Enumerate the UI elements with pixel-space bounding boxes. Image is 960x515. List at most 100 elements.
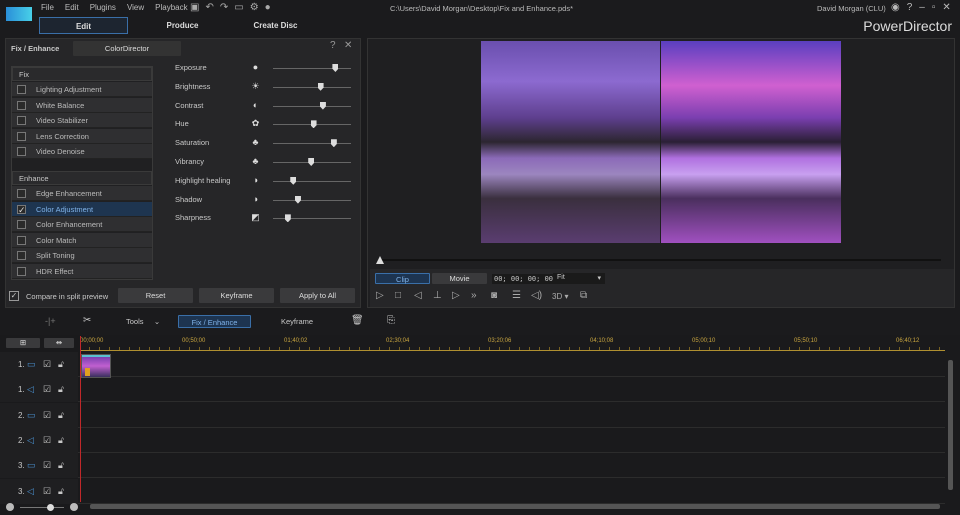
slider-thumb[interactable] — [332, 64, 339, 72]
notification-icon[interactable]: ● — [265, 2, 277, 13]
menu-file[interactable]: File — [41, 3, 54, 12]
aspect-ratio-icon[interactable]: ▭ — [234, 2, 249, 13]
keyframe-button[interactable]: Keyframe — [199, 288, 274, 303]
undock-icon[interactable]: ⧉ — [580, 290, 587, 301]
timecode-display[interactable]: 00; 00; 00; 00 — [492, 274, 556, 284]
lock-icon[interactable]: 🔓︎ — [58, 460, 64, 471]
checkbox[interactable] — [17, 266, 26, 276]
checkbox[interactable] — [17, 189, 26, 198]
enhance-item[interactable]: ✓ Color Adjustment — [12, 201, 152, 217]
track-enable-checkbox[interactable]: ☑ — [43, 384, 51, 395]
account-icon[interactable]: ◉ — [891, 2, 907, 13]
tab-edit[interactable]: Edit — [39, 17, 128, 34]
timeline-ruler[interactable]: 00;00;00 00;50;00 01;40;02 02;30;04 03;20;06… — [80, 336, 945, 351]
enhance-item[interactable]: Split Toning — [12, 248, 152, 263]
timeline-track[interactable]: 2. ◁ ☑ 🔓︎ — [0, 427, 945, 453]
slider-track[interactable] — [273, 120, 351, 129]
fast-forward-icon[interactable]: » — [471, 290, 477, 301]
enhance-item[interactable]: Color Match — [12, 232, 152, 248]
timeline-track[interactable]: 1. ▭ ☑ 🔓︎ — [0, 352, 945, 377]
checkbox[interactable] — [17, 100, 26, 110]
menu-edit[interactable]: Edit — [65, 3, 79, 12]
fix-enhance-button[interactable]: Fix / Enhance — [178, 315, 251, 328]
checkbox[interactable]: ✓ — [17, 204, 26, 214]
slider-thumb[interactable] — [284, 214, 291, 223]
reset-button[interactable]: Reset — [118, 288, 193, 303]
slider-track[interactable] — [273, 195, 351, 204]
fix-item[interactable]: Video Stabilizer — [12, 113, 152, 129]
previous-frame-icon[interactable]: ◁ — [414, 290, 422, 301]
enhance-item[interactable]: Edge Enhancement — [12, 186, 152, 201]
keyframe-toolbar-button[interactable]: Keyframe — [281, 317, 313, 326]
trash-icon[interactable]: 🗑 — [351, 315, 364, 326]
slider-track[interactable] — [273, 158, 351, 166]
playback-scrubber[interactable] — [378, 259, 941, 261]
lock-icon[interactable]: 🔓︎ — [58, 486, 64, 497]
zoom-slider-handle[interactable] — [47, 504, 54, 511]
slider-thumb[interactable] — [319, 101, 326, 110]
slider-track[interactable] — [273, 176, 351, 185]
export-icon[interactable]: ⎘ — [387, 315, 395, 326]
playhead[interactable] — [80, 336, 81, 502]
fit-timeline-button[interactable]: ⇹ — [44, 338, 74, 348]
help-icon[interactable]: ? — [907, 2, 920, 13]
apply-to-all-button[interactable]: Apply to All — [280, 288, 355, 303]
checkbox[interactable] — [17, 85, 26, 94]
snapshot-icon[interactable]: ◙ — [491, 290, 497, 301]
checkbox[interactable] — [17, 131, 26, 141]
checkbox[interactable] — [17, 251, 26, 260]
track-enable-checkbox[interactable]: ☑ — [43, 486, 51, 497]
colordirector-button[interactable]: ColorDirector — [73, 41, 181, 56]
help-icon[interactable]: ? — [330, 40, 336, 51]
lock-icon[interactable]: 🔓︎ — [58, 410, 64, 421]
lock-icon[interactable]: 🔓︎ — [58, 435, 64, 446]
save-icon[interactable]: ▣ — [190, 2, 205, 13]
movie-mode-button[interactable]: Movie — [432, 273, 487, 284]
redo-icon[interactable]: ↷ — [220, 2, 234, 13]
tab-produce[interactable]: Produce — [140, 17, 225, 34]
lock-icon[interactable]: 🔓︎ — [58, 384, 64, 395]
play-icon[interactable]: ▷ — [376, 290, 384, 301]
subtitle-icon[interactable]: ☰ — [512, 290, 521, 301]
vertical-scrollbar[interactable] — [948, 360, 953, 490]
tab-create-disc[interactable]: Create Disc — [233, 17, 318, 34]
timeline-track[interactable]: 1. ◁ ☑ 🔓︎ — [0, 377, 945, 403]
slider-track[interactable] — [273, 214, 351, 223]
slider-track[interactable] — [273, 139, 351, 148]
track-manager-button[interactable]: ⊞ — [6, 338, 40, 348]
slider-track[interactable] — [273, 101, 351, 110]
track-enable-checkbox[interactable]: ☑ — [43, 460, 51, 471]
tools-menu[interactable]: Tools ⌄ — [126, 317, 160, 326]
track-enable-checkbox[interactable]: ☑ — [43, 410, 51, 421]
track-enable-checkbox[interactable]: ☑ — [43, 359, 51, 370]
undo-icon[interactable]: ↶ — [205, 2, 219, 13]
clip-mode-button[interactable]: Clip — [375, 273, 430, 284]
zoom-in-icon[interactable] — [70, 503, 78, 511]
timeline-track[interactable]: 3. ▭ ☑ 🔓︎ — [0, 453, 945, 479]
compare-split-checkbox[interactable]: ✓ — [9, 291, 19, 301]
track-enable-checkbox[interactable]: ☑ — [43, 435, 51, 446]
slider-thumb[interactable] — [290, 176, 297, 185]
horizontal-scrollbar[interactable] — [90, 504, 940, 509]
menu-playback[interactable]: Playback — [155, 3, 187, 12]
slider-thumb[interactable] — [317, 82, 324, 91]
slider-track[interactable] — [273, 64, 351, 72]
minimize-icon[interactable]: – — [919, 2, 932, 13]
split-track-icon[interactable]: -|+ — [45, 316, 56, 326]
checkbox[interactable] — [17, 220, 26, 229]
timeline-track[interactable]: 2. ▭ ☑ 🔓︎ — [0, 402, 945, 428]
settings-icon[interactable]: ⚙ — [250, 2, 265, 13]
zoom-slider[interactable] — [20, 507, 64, 508]
slider-thumb[interactable] — [294, 195, 301, 204]
zoom-select[interactable]: Fit ▾ — [553, 273, 605, 284]
volume-icon[interactable]: ◁) — [531, 290, 542, 301]
split-icon[interactable]: ⊥ — [433, 290, 442, 301]
close-panel-icon[interactable]: ✕ — [344, 40, 352, 51]
restore-icon[interactable]: ▫ — [932, 2, 943, 13]
lock-icon[interactable]: 🔓︎ — [58, 359, 64, 370]
enhance-item[interactable]: Color Enhancement — [12, 217, 152, 232]
menu-plugins[interactable]: Plugins — [90, 3, 116, 12]
menu-view[interactable]: View — [127, 3, 144, 12]
slider-thumb[interactable] — [310, 120, 317, 129]
enhance-item[interactable]: HDR Effect — [12, 263, 152, 279]
